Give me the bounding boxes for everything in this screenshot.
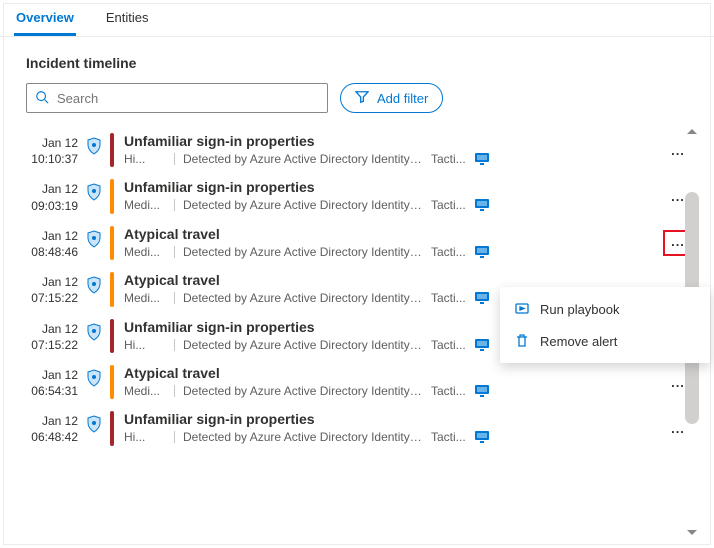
filter-icon (355, 90, 369, 107)
severity-text: Medi... (124, 245, 166, 259)
timeline-row[interactable]: Jan 12 06:48:42 Unfamiliar sign-in prope… (26, 405, 700, 451)
alert-meta: Medi... Detected by Azure Active Directo… (124, 384, 656, 398)
severity-text: Hi... (124, 430, 166, 444)
toolbar: Add filter (0, 83, 714, 127)
timestamp: Jan 12 06:48:42 (26, 411, 78, 445)
detected-by: Detected by Azure Active Directory Ident… (183, 384, 423, 398)
severity-bar (110, 133, 114, 167)
timeline-row[interactable]: Jan 12 08:48:46 Atypical travel Medi... … (26, 220, 700, 266)
monitor-icon (474, 384, 490, 398)
playbook-icon (514, 301, 530, 317)
shield-icon (78, 226, 110, 260)
tab-entities[interactable]: Entities (104, 0, 151, 36)
monitor-icon (474, 198, 490, 212)
scroll-down[interactable] (686, 526, 698, 538)
more-actions-button[interactable]: ... (665, 142, 691, 159)
detected-by: Detected by Azure Active Directory Ident… (183, 245, 423, 259)
alert-title: Unfamiliar sign-in properties (124, 133, 656, 149)
context-menu: Run playbook Remove alert (500, 287, 710, 363)
severity-bar (110, 226, 114, 260)
severity-text: Medi... (124, 291, 166, 305)
severity-text: Medi... (124, 198, 166, 212)
alert-title: Unfamiliar sign-in properties (124, 411, 656, 427)
search-input[interactable] (57, 91, 319, 106)
shield-icon (78, 319, 110, 353)
alert-title: Atypical travel (124, 272, 656, 288)
timeline-row[interactable]: Jan 12 10:10:37 Unfamiliar sign-in prope… (26, 127, 700, 173)
shield-icon (78, 272, 110, 306)
alert-meta: Medi... Detected by Azure Active Directo… (124, 245, 656, 259)
menu-remove-alert[interactable]: Remove alert (500, 325, 710, 357)
search-icon (35, 90, 49, 107)
monitor-icon (474, 245, 490, 259)
timeline-row[interactable]: Jan 12 06:54:31 Atypical travel Medi... … (26, 359, 700, 405)
detected-by: Detected by Azure Active Directory Ident… (183, 338, 423, 352)
alert-meta: Hi... Detected by Azure Active Directory… (124, 152, 656, 166)
add-filter-button[interactable]: Add filter (340, 83, 443, 113)
detected-by: Detected by Azure Active Directory Ident… (183, 430, 423, 444)
section-title: Incident timeline (0, 37, 714, 83)
tab-overview[interactable]: Overview (14, 0, 76, 36)
timestamp: Jan 12 10:10:37 (26, 133, 78, 167)
alert-meta: Hi... Detected by Azure Active Directory… (124, 430, 656, 444)
severity-text: Medi... (124, 384, 166, 398)
severity-bar (110, 179, 114, 213)
tabs: Overview Entities (0, 0, 714, 37)
severity-bar (110, 319, 114, 353)
tactics-text: Tacti... (431, 152, 466, 166)
monitor-icon (474, 430, 490, 444)
trash-icon (514, 333, 530, 349)
timestamp: Jan 12 07:15:22 (26, 319, 78, 353)
timestamp: Jan 12 08:48:46 (26, 226, 78, 260)
alert-title: Unfamiliar sign-in properties (124, 179, 656, 195)
search-box[interactable] (26, 83, 328, 113)
add-filter-label: Add filter (377, 91, 428, 106)
tactics-text: Tacti... (431, 338, 466, 352)
tactics-text: Tacti... (431, 384, 466, 398)
monitor-icon (474, 338, 490, 352)
timestamp: Jan 12 09:03:19 (26, 179, 78, 213)
menu-run-playbook[interactable]: Run playbook (500, 293, 710, 325)
shield-icon (78, 179, 110, 213)
shield-icon (78, 411, 110, 445)
severity-text: Hi... (124, 338, 166, 352)
severity-bar (110, 272, 114, 306)
monitor-icon (474, 291, 490, 305)
detected-by: Detected by Azure Active Directory Ident… (183, 152, 423, 166)
alert-meta: Medi... Detected by Azure Active Directo… (124, 198, 656, 212)
shield-icon (78, 133, 110, 167)
tactics-text: Tacti... (431, 245, 466, 259)
alert-title: Atypical travel (124, 365, 656, 381)
severity-bar (110, 365, 114, 399)
detected-by: Detected by Azure Active Directory Ident… (183, 198, 423, 212)
monitor-icon (474, 152, 490, 166)
menu-remove-alert-label: Remove alert (540, 334, 617, 349)
tactics-text: Tacti... (431, 430, 466, 444)
severity-text: Hi... (124, 152, 166, 166)
detected-by: Detected by Azure Active Directory Ident… (183, 291, 423, 305)
timestamp: Jan 12 07:15:22 (26, 272, 78, 306)
timeline-row[interactable]: Jan 12 09:03:19 Unfamiliar sign-in prope… (26, 173, 700, 219)
alert-title: Atypical travel (124, 226, 656, 242)
shield-icon (78, 365, 110, 399)
scroll-up[interactable] (686, 126, 698, 138)
menu-run-playbook-label: Run playbook (540, 302, 620, 317)
severity-bar (110, 411, 114, 445)
tactics-text: Tacti... (431, 198, 466, 212)
tactics-text: Tacti... (431, 291, 466, 305)
timestamp: Jan 12 06:54:31 (26, 365, 78, 399)
